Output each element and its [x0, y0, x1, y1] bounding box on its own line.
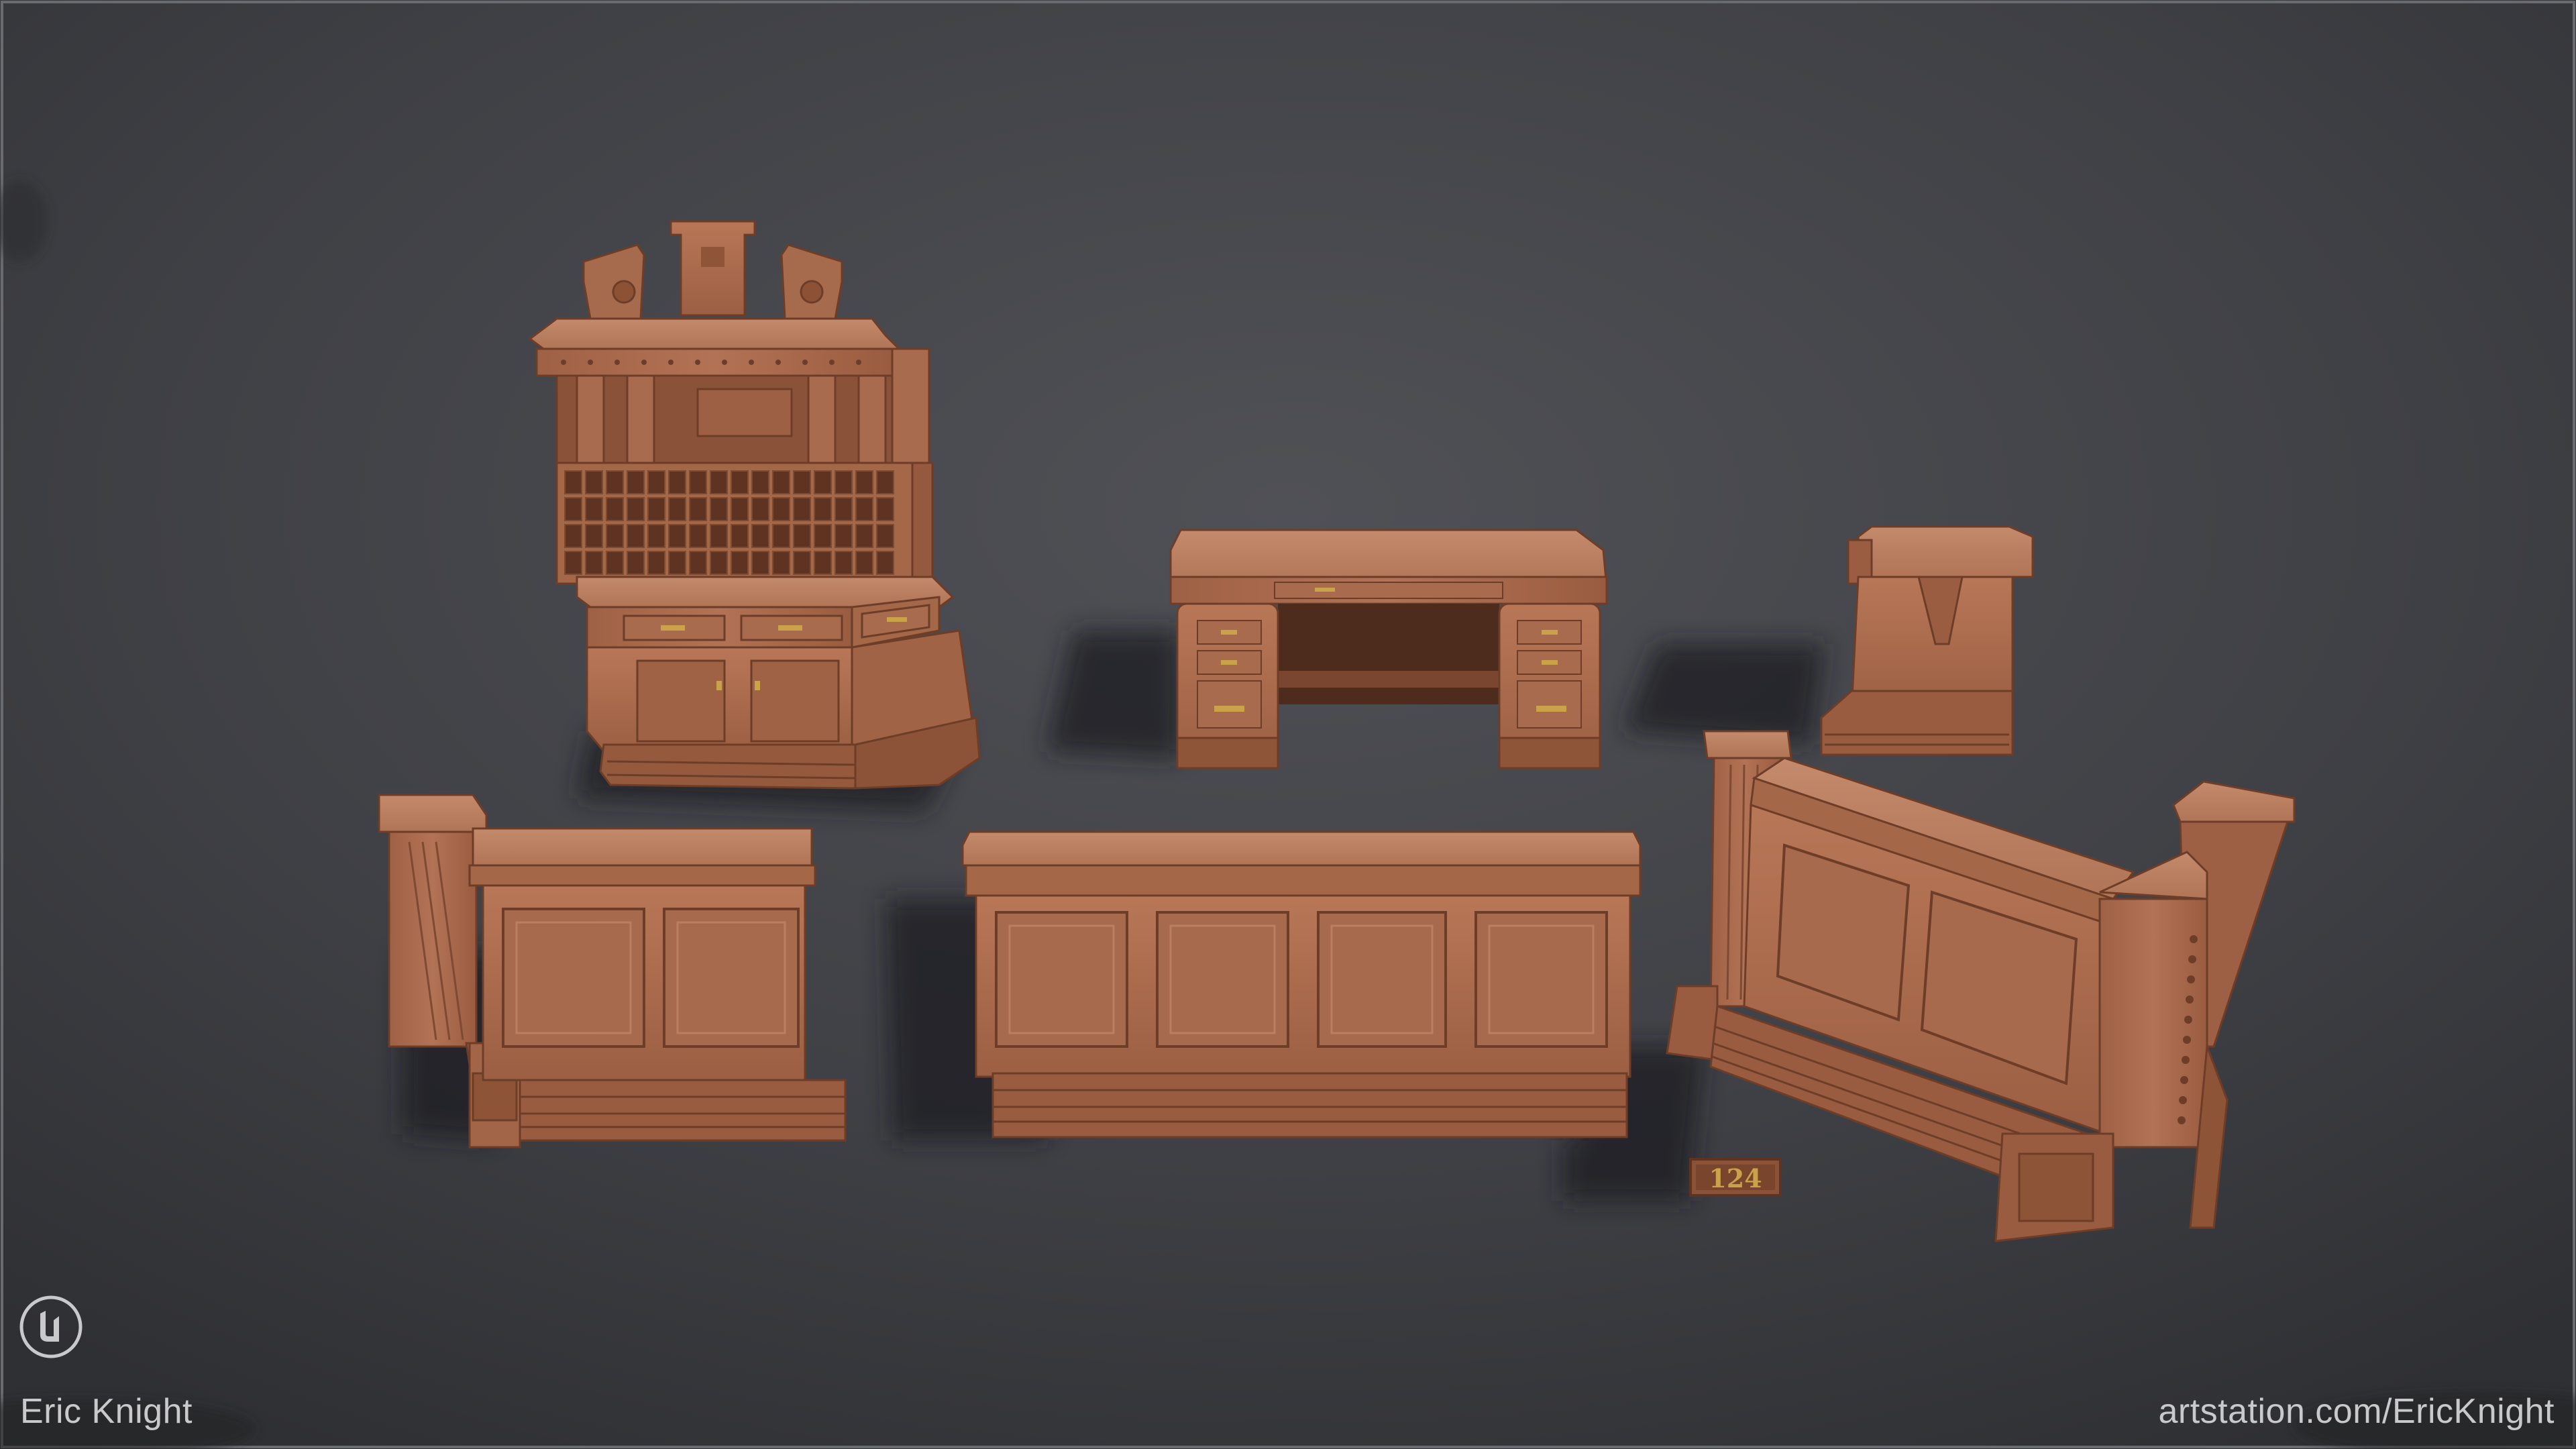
pigeon-hole [793, 497, 811, 521]
pigeon-hole [668, 470, 686, 494]
pigeon-hole [710, 497, 728, 521]
pigeon-hole [564, 524, 582, 548]
pigeon-hole [689, 470, 707, 494]
pigeon-hole [606, 524, 624, 548]
author-watermark: Eric Knight [20, 1392, 193, 1431]
pigeon-hole [855, 497, 873, 521]
pigeon-hole [835, 497, 853, 521]
pigeon-hole [731, 470, 749, 494]
pigeon-hole [585, 551, 603, 575]
pigeon-hole [731, 524, 749, 548]
pigeon-hole [668, 524, 686, 548]
background [0, 0, 2576, 1449]
pigeon-hole [627, 551, 645, 575]
pigeon-hole [751, 524, 769, 548]
pigeon-hole [751, 470, 769, 494]
pigeon-hole [793, 551, 811, 575]
pigeon-hole [876, 497, 894, 521]
pigeon-hole [689, 524, 707, 548]
pigeon-hole [793, 524, 811, 548]
pigeon-hole [710, 551, 728, 575]
pigeon-hole [814, 497, 832, 521]
pigeon-hole [731, 551, 749, 575]
pigeon-hole [564, 470, 582, 494]
pigeon-hole [710, 524, 728, 548]
pigeon-hole [668, 497, 686, 521]
pigeon-hole [855, 524, 873, 548]
pigeon-hole [585, 497, 603, 521]
pigeon-hole [689, 551, 707, 575]
pigeon-hole [835, 551, 853, 575]
site-watermark: artstation.com/EricKnight [2158, 1392, 2555, 1431]
furniture-scene: 124 [0, 0, 2576, 1449]
render-stage: 124 Eric Knight artstation.com/EricKnigh… [0, 0, 2576, 1449]
pigeon-hole [876, 551, 894, 575]
number-plaque: 124 [1689, 1158, 1782, 1197]
pigeon-hole [793, 470, 811, 494]
pigeon-hole [606, 551, 624, 575]
pigeon-hole [814, 551, 832, 575]
pigeon-hole [814, 524, 832, 548]
pigeon-hole [627, 524, 645, 548]
pigeon-hole [772, 524, 790, 548]
unreal-engine-icon [19, 1295, 83, 1358]
pigeon-hole [668, 551, 686, 575]
pigeon-hole [751, 551, 769, 575]
pigeon-hole [772, 551, 790, 575]
pigeon-hole [814, 470, 832, 494]
pigeon-hole [731, 497, 749, 521]
pigeon-hole [710, 470, 728, 494]
pigeon-hole [564, 497, 582, 521]
pigeon-hole [751, 497, 769, 521]
pigeon-hole [855, 470, 873, 494]
pigeon-hole [585, 470, 603, 494]
pigeon-hole [627, 470, 645, 494]
counter-rail-center [961, 830, 1642, 1138]
plaque-number-text: 124 [1709, 1163, 1762, 1193]
pigeon-hole [876, 470, 894, 494]
pigeon-hole [606, 497, 624, 521]
pigeon-hole [647, 524, 665, 548]
pigeon-hole [835, 524, 853, 548]
pigeon-hole [835, 470, 853, 494]
pigeon-hole [647, 470, 665, 494]
pigeon-hole [772, 470, 790, 494]
pigeon-hole [647, 551, 665, 575]
pigeon-hole [627, 497, 645, 521]
pigeon-hole [855, 551, 873, 575]
pigeon-hole [647, 497, 665, 521]
pigeon-hole [689, 497, 707, 521]
pigeon-hole [876, 524, 894, 548]
pigeon-hole [772, 497, 790, 521]
pigeon-hole [585, 524, 603, 548]
pigeon-hole [606, 470, 624, 494]
pigeon-hole [564, 551, 582, 575]
